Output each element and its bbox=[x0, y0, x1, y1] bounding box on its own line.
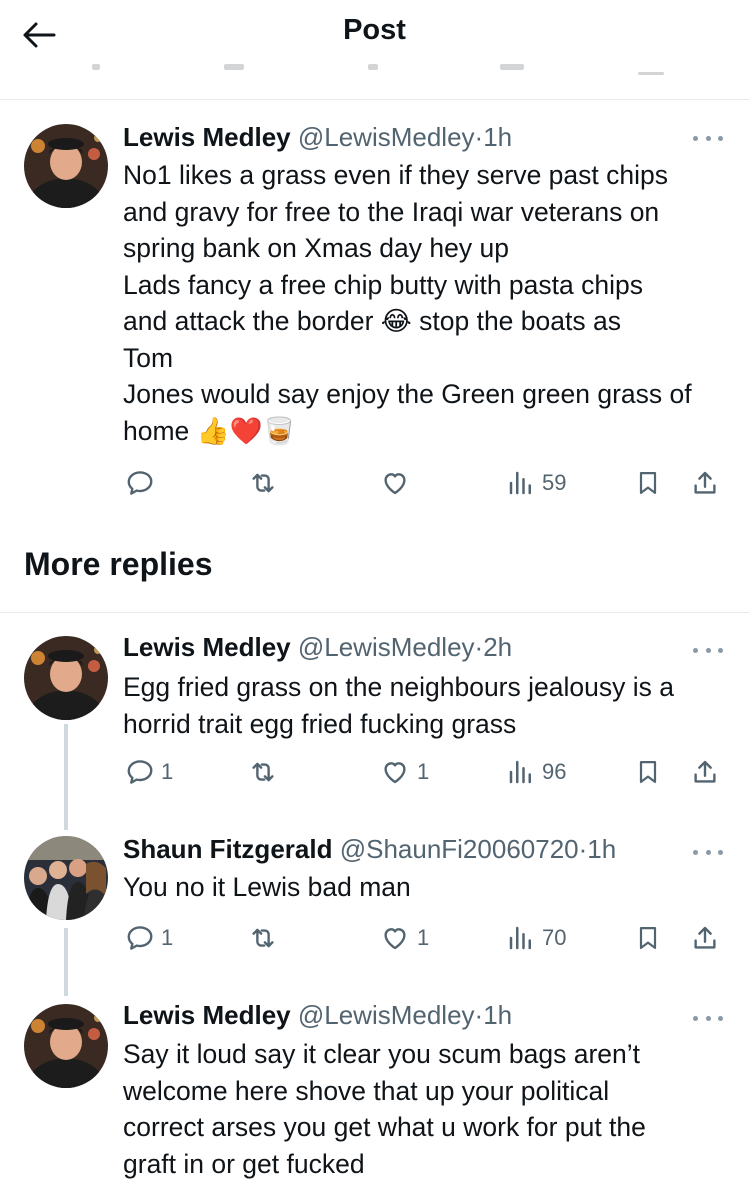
bookmark-icon bbox=[634, 923, 662, 953]
reply-icon bbox=[125, 468, 155, 498]
reply-button[interactable] bbox=[125, 465, 155, 501]
like-icon bbox=[379, 923, 411, 953]
views-button[interactable]: 59 bbox=[506, 465, 566, 501]
post-actions: 59 bbox=[0, 465, 749, 501]
reply-count: 1 bbox=[161, 759, 174, 784]
reply-header: Lewis Medley @LewisMedley·1h bbox=[123, 1000, 513, 1030]
more-replies-heading: More replies bbox=[24, 546, 213, 582]
author-handle[interactable]: @ShaunFi20060720 bbox=[340, 834, 579, 864]
bookmark-button[interactable] bbox=[634, 754, 662, 790]
more-icon[interactable] bbox=[693, 844, 723, 860]
share-button[interactable] bbox=[690, 920, 720, 956]
author-avatar[interactable] bbox=[24, 836, 108, 920]
reply-text: You no it Lewis bad man bbox=[123, 872, 411, 902]
reply-button[interactable]: 1 bbox=[125, 920, 173, 956]
view-count: 59 bbox=[542, 470, 567, 495]
views-button[interactable]: 96 bbox=[506, 754, 566, 790]
post-header: Lewis Medley @LewisMedley·1h bbox=[123, 122, 513, 152]
bookmark-button[interactable] bbox=[634, 465, 662, 501]
view-count: 70 bbox=[542, 925, 567, 950]
bookmark-button[interactable] bbox=[634, 920, 662, 956]
reply-icon bbox=[125, 923, 155, 953]
view-count: 96 bbox=[542, 759, 567, 784]
views-icon bbox=[506, 923, 536, 953]
page-title: Post bbox=[343, 14, 406, 46]
post-time[interactable]: 1h bbox=[483, 122, 512, 152]
share-icon bbox=[690, 468, 720, 498]
author-name[interactable]: Shaun Fitzgerald bbox=[123, 834, 332, 864]
reply-time[interactable]: 1h bbox=[483, 1000, 512, 1030]
like-count: 1 bbox=[417, 925, 430, 950]
like-button[interactable]: 1 bbox=[379, 754, 429, 790]
share-button[interactable] bbox=[690, 754, 720, 790]
reply-time[interactable]: 2h bbox=[483, 632, 512, 662]
more-icon[interactable] bbox=[693, 642, 723, 658]
reply-actions: 1 1 96 bbox=[0, 754, 749, 790]
like-button[interactable] bbox=[379, 465, 411, 501]
author-handle[interactable]: @LewisMedley bbox=[298, 632, 475, 662]
repost-icon bbox=[247, 468, 279, 498]
reply-text: Say it loud say it clear you scum bags a… bbox=[123, 1039, 646, 1179]
bookmark-icon bbox=[634, 757, 662, 787]
author-name[interactable]: Lewis Medley bbox=[123, 1000, 291, 1030]
scrolled-action-bar-remnant bbox=[0, 64, 749, 78]
author-avatar[interactable] bbox=[24, 636, 108, 720]
repost-icon bbox=[247, 757, 279, 787]
reply-time[interactable]: 1h bbox=[587, 834, 616, 864]
reply-item[interactable]: Shaun Fitzgerald @ShaunFi20060720·1h You… bbox=[0, 812, 749, 992]
author-handle[interactable]: @LewisMedley bbox=[298, 1000, 475, 1030]
repost-button[interactable] bbox=[247, 920, 279, 956]
reply-text: Egg fried grass on the neighbours jealou… bbox=[123, 672, 674, 739]
reply-item[interactable]: Lewis Medley @LewisMedley·1h Say it loud… bbox=[0, 980, 749, 1200]
reply-item[interactable]: Lewis Medley @LewisMedley·2h Egg fried g… bbox=[0, 612, 749, 812]
reply-button[interactable]: 1 bbox=[125, 754, 173, 790]
bookmark-icon bbox=[634, 468, 662, 498]
repost-icon bbox=[247, 923, 279, 953]
views-icon bbox=[506, 468, 536, 498]
like-count: 1 bbox=[417, 759, 430, 784]
like-button[interactable]: 1 bbox=[379, 920, 429, 956]
main-post[interactable]: Lewis Medley @LewisMedley·1h No1 likes a… bbox=[0, 100, 749, 520]
reply-header: Lewis Medley @LewisMedley·2h bbox=[123, 632, 513, 662]
repost-button[interactable] bbox=[247, 465, 279, 501]
more-icon[interactable] bbox=[693, 130, 723, 146]
like-icon bbox=[379, 468, 411, 498]
share-icon bbox=[690, 923, 720, 953]
post-text: No1 likes a grass even if they serve pas… bbox=[123, 160, 692, 446]
like-icon bbox=[379, 757, 411, 787]
views-icon bbox=[506, 757, 536, 787]
share-icon bbox=[690, 757, 720, 787]
more-icon[interactable] bbox=[693, 1010, 723, 1026]
reply-icon bbox=[125, 757, 155, 787]
views-button[interactable]: 70 bbox=[506, 920, 566, 956]
reply-header: Shaun Fitzgerald @ShaunFi20060720·1h bbox=[123, 834, 617, 864]
share-button[interactable] bbox=[690, 465, 720, 501]
top-bar: Post bbox=[0, 0, 749, 100]
reply-actions: 1 1 70 bbox=[0, 920, 749, 956]
author-avatar[interactable] bbox=[24, 124, 108, 208]
reply-count: 1 bbox=[161, 925, 174, 950]
repost-button[interactable] bbox=[247, 754, 279, 790]
author-name[interactable]: Lewis Medley bbox=[123, 122, 291, 152]
author-handle[interactable]: @LewisMedley bbox=[298, 122, 475, 152]
author-avatar[interactable] bbox=[24, 1004, 108, 1088]
author-name[interactable]: Lewis Medley bbox=[123, 632, 291, 662]
